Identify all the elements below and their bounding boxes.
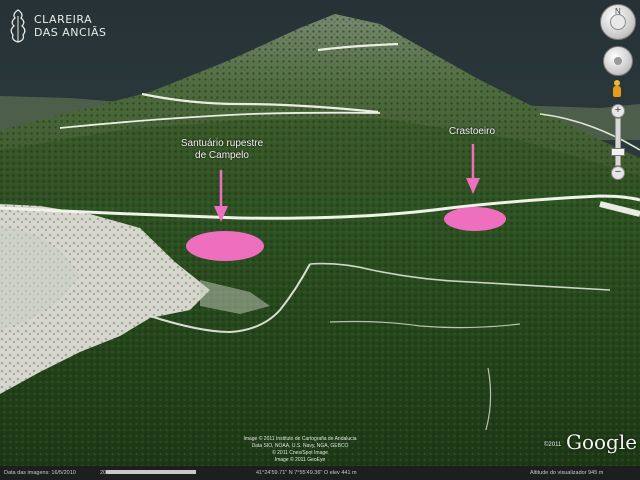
zoom-slider-handle[interactable] xyxy=(611,148,625,156)
placemark-label-crastoeiro[interactable]: Crastoeiro xyxy=(440,126,504,138)
map-viewport[interactable]: CLAREIRA DAS ANCIÃS Santuário rupestre d… xyxy=(0,0,640,480)
brand-line2: DAS ANCIÃS xyxy=(34,26,107,39)
street-view-person-icon[interactable] xyxy=(612,80,622,98)
imagery-credits: Image © 2011 Instituto de Cartografia de… xyxy=(200,436,400,464)
navigation-controls[interactable]: N + − xyxy=(600,4,636,180)
brand-logo: CLAREIRA DAS ANCIÃS xyxy=(8,8,106,44)
brand-line1: CLAREIRA xyxy=(34,13,93,26)
terrain-3d-view[interactable] xyxy=(0,0,640,480)
zoom-out-button[interactable]: − xyxy=(611,166,625,180)
coordinates-readout: 41°24'59.71" N 7°55'49.36" O elev 441 m xyxy=(256,470,357,476)
logo-prefix: ©2011 xyxy=(544,442,562,448)
credit-line: © 2011 Cnes/Spot Image xyxy=(272,450,328,456)
imagery-date: Data das imagens: 16/5/2010 xyxy=(4,470,76,476)
google-logo: ©2011 Google xyxy=(544,430,638,454)
pan-control-icon[interactable] xyxy=(603,46,633,76)
zoom-slider-track[interactable] xyxy=(615,118,621,166)
placemark-label-santuario[interactable]: Santuário rupestre de Campelo xyxy=(168,138,276,162)
streaming-value: 2007 xyxy=(100,470,113,476)
credit-line: Data SIO, NOAA, U.S. Navy, NGA, GEBCO xyxy=(251,443,349,449)
credit-line: Image © 2011 Instituto de Cartografia de… xyxy=(243,436,357,442)
eye-altitude: Altitude do visualizador 945 m xyxy=(530,470,604,476)
eye-icon[interactable] xyxy=(610,14,626,30)
placemark-label-line: Santuário rupestre xyxy=(180,138,264,149)
status-bar: Data das imagens: 16/5/2010 2007 41°24'5… xyxy=(0,466,640,480)
credit-line: Image © 2011 GeoEye xyxy=(274,457,326,463)
tree-spiral-logo-icon xyxy=(10,9,26,43)
streaming-progress xyxy=(106,470,196,474)
zoom-in-button[interactable]: + xyxy=(611,104,625,118)
logo-name: Google xyxy=(566,430,638,454)
look-around-ring-icon[interactable]: N xyxy=(600,4,636,40)
placemark-label-line: de Campelo xyxy=(195,150,249,161)
